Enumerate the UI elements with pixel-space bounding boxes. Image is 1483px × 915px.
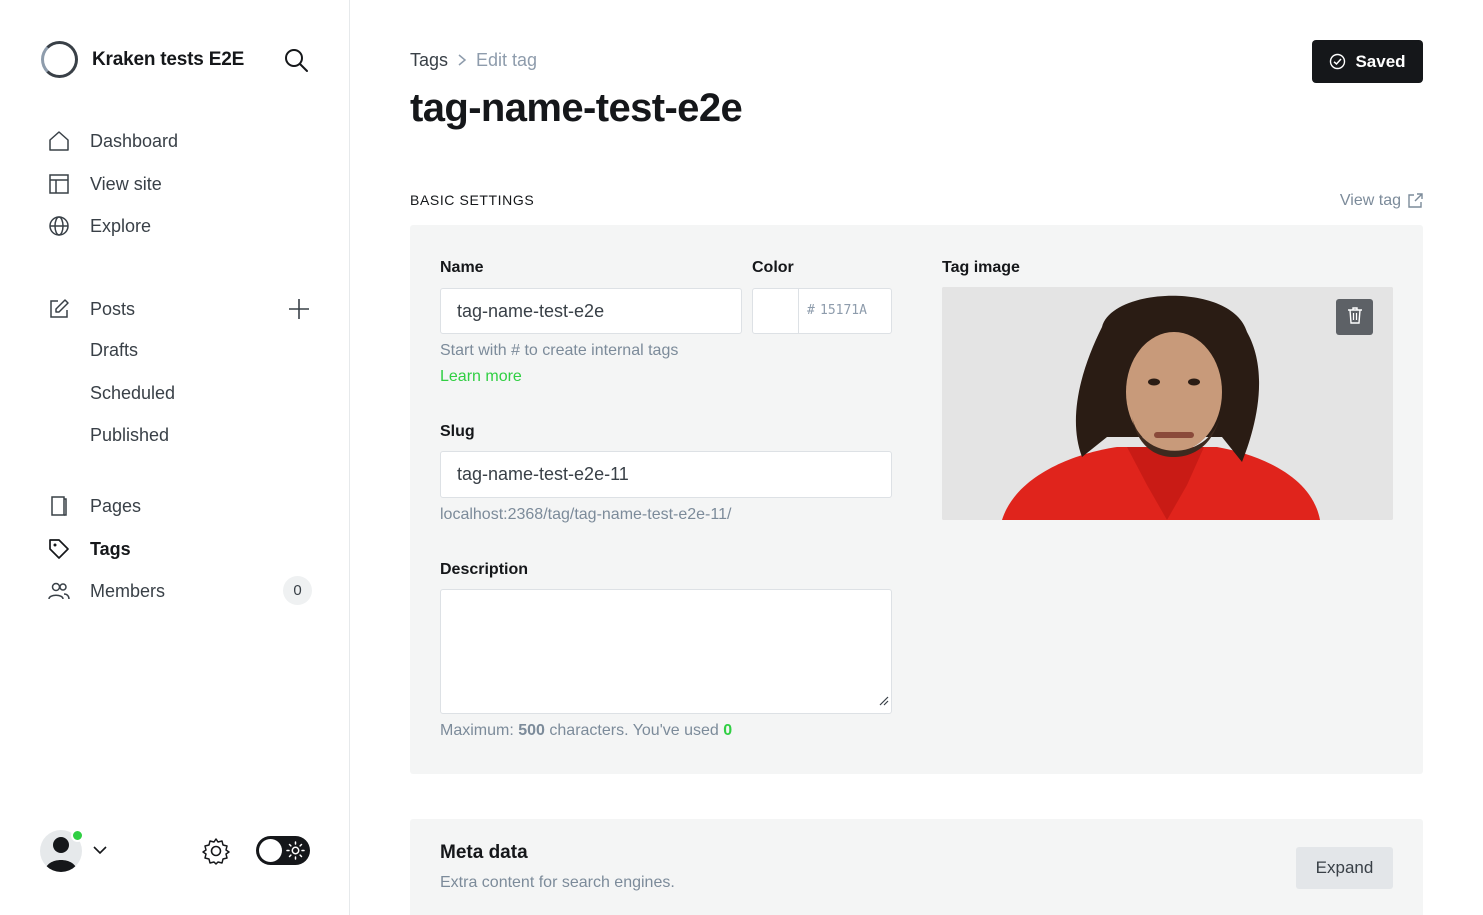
- sidebar-footer: [40, 828, 312, 874]
- nav-item-members[interactable]: Members 0: [48, 576, 318, 606]
- meta-data-subtitle: Extra content for search engines.: [440, 874, 675, 891]
- site-title: Kraken tests E2E: [92, 48, 245, 70]
- color-label: Color: [752, 259, 794, 276]
- search-icon[interactable]: [283, 47, 309, 73]
- sun-icon: [286, 841, 305, 865]
- tag-icon: [48, 538, 70, 560]
- breadcrumb: Tags Edit tag: [410, 50, 537, 71]
- resize-handle-icon[interactable]: [879, 693, 889, 711]
- check-circle-icon: [1329, 53, 1346, 70]
- nav-label: Pages: [90, 495, 142, 516]
- nav-sub-scheduled[interactable]: Scheduled: [90, 380, 175, 406]
- breadcrumb-tags-link[interactable]: Tags: [410, 50, 448, 71]
- home-icon: [48, 130, 70, 152]
- counter-prefix: Maximum:: [440, 722, 514, 739]
- description-textarea[interactable]: [440, 589, 892, 714]
- view-tag-link[interactable]: View tag: [1340, 192, 1423, 210]
- sidebar: Kraken tests E2E Dashboard View site Exp…: [0, 0, 350, 915]
- online-status-dot: [71, 829, 84, 842]
- section-title: BASIC SETTINGS: [410, 192, 535, 208]
- page-icon: [48, 495, 70, 517]
- nav-item-tags[interactable]: Tags: [48, 534, 318, 564]
- counter-max: 500: [518, 722, 545, 739]
- breadcrumb-current: Edit tag: [476, 50, 538, 70]
- meta-data-panel: Meta data Extra content for search engin…: [410, 819, 1423, 915]
- nav-label: Explore: [90, 215, 152, 236]
- nav-sub-published[interactable]: Published: [90, 422, 169, 448]
- color-field: # 15171A: [752, 288, 892, 334]
- slug-label: Slug: [440, 423, 475, 440]
- users-icon: [48, 580, 70, 602]
- gear-icon[interactable]: [202, 837, 230, 870]
- description-counter: Maximum: 500 characters. You've used 0: [440, 722, 732, 740]
- color-hash: #: [807, 303, 815, 318]
- new-post-plus-icon[interactable]: [286, 294, 312, 324]
- nav-label: Members: [90, 580, 166, 601]
- page-title: tag-name-test-e2e: [410, 86, 743, 130]
- site-logo-icon: [41, 41, 78, 78]
- expand-button[interactable]: Expand: [1296, 847, 1393, 889]
- site-brand[interactable]: Kraken tests E2E: [41, 41, 244, 78]
- theme-toggle[interactable]: [256, 836, 310, 865]
- saved-label: Saved: [1355, 51, 1406, 71]
- name-input[interactable]: tag-name-test-e2e: [440, 288, 742, 334]
- nav-item-posts[interactable]: Posts: [48, 294, 318, 324]
- trash-icon: [1347, 306, 1363, 329]
- pencil-square-icon: [48, 298, 70, 320]
- name-label: Name: [440, 259, 484, 276]
- tag-image[interactable]: [942, 287, 1393, 520]
- counter-mid: characters. You've used: [549, 722, 719, 739]
- tag-image-label: Tag image: [942, 259, 1020, 276]
- chevron-right-icon: [457, 53, 467, 69]
- nav-label: View site: [90, 173, 162, 194]
- nav-label: Posts: [90, 298, 136, 319]
- chevron-down-icon[interactable]: [92, 842, 108, 863]
- slug-input[interactable]: tag-name-test-e2e-11: [440, 451, 892, 498]
- counter-used: 0: [723, 722, 733, 739]
- description-label: Description: [440, 561, 529, 578]
- color-input[interactable]: 15171A: [820, 303, 867, 318]
- basic-settings-panel: Name tag-name-test-e2e Color # 15171A St…: [410, 225, 1423, 774]
- learn-more-link[interactable]: Learn more: [440, 368, 522, 386]
- meta-data-title: Meta data: [440, 842, 528, 863]
- nav-label: Dashboard: [90, 130, 179, 151]
- nav-item-pages[interactable]: Pages: [48, 491, 318, 521]
- toggle-knob: [259, 839, 282, 862]
- globe-icon: [48, 215, 70, 237]
- color-swatch[interactable]: [753, 289, 799, 333]
- nav-sub-drafts[interactable]: Drafts: [90, 337, 138, 363]
- main-content: Tags Edit tag tag-name-test-e2e Saved BA…: [410, 0, 1423, 915]
- saved-button[interactable]: Saved: [1312, 40, 1423, 83]
- view-tag-label: View tag: [1339, 192, 1401, 209]
- slug-url: localhost:2368/tag/tag-name-test-e2e-11/: [440, 506, 732, 523]
- nav-item-dashboard[interactable]: Dashboard: [48, 126, 318, 156]
- members-count-badge: 0: [283, 576, 312, 605]
- nav-item-view-site[interactable]: View site: [48, 169, 318, 199]
- name-hint: Start with # to create internal tags: [440, 342, 679, 359]
- nav-label: Tags: [90, 538, 131, 559]
- tag-image-photo: [942, 287, 1393, 520]
- nav-item-explore[interactable]: Explore: [48, 211, 318, 241]
- layout-icon: [48, 173, 70, 195]
- external-link-icon: [1407, 193, 1423, 209]
- delete-image-button[interactable]: [1336, 299, 1373, 335]
